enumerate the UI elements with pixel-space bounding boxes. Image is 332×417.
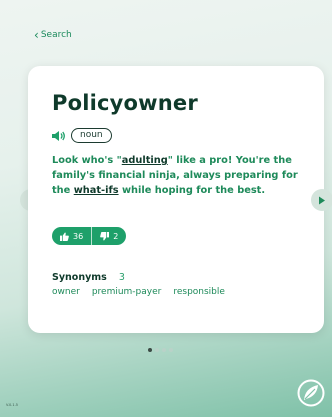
- downvote-count: 2: [113, 231, 119, 241]
- part-of-speech-badge: noun: [71, 128, 112, 143]
- thumbs-up-icon: [60, 231, 69, 241]
- pagination-dot[interactable]: [162, 348, 166, 352]
- back-link-label: Search: [40, 30, 72, 40]
- synonym-item[interactable]: owner: [52, 287, 80, 297]
- definition-text: Look who's "adulting" like a pro! You're…: [52, 153, 298, 199]
- synonym-item[interactable]: responsible: [173, 287, 225, 297]
- downvote-button[interactable]: 2: [92, 227, 126, 245]
- synonyms-label: Synonyms: [52, 272, 107, 283]
- chevron-left-icon: ‹: [34, 27, 39, 42]
- speaker-icon[interactable]: [52, 130, 66, 142]
- synonyms-heading: Synonyms 3: [52, 272, 125, 283]
- pagination-dot[interactable]: [155, 348, 159, 352]
- synonyms-list: owner premium-payer responsible: [52, 287, 225, 297]
- back-to-search-link[interactable]: ‹ Search: [34, 27, 72, 42]
- word-title: Policyowner: [52, 91, 198, 115]
- pagination-dots: [148, 348, 173, 352]
- what-ifs-term-link[interactable]: what-ifs: [74, 185, 119, 196]
- version-label: V.0.1.5: [6, 403, 18, 407]
- pagination-dot[interactable]: [148, 348, 152, 352]
- thumbs-down-icon: [100, 231, 110, 241]
- pronunciation-row: noun: [52, 128, 112, 143]
- synonyms-count: 3: [118, 272, 125, 283]
- next-card-button[interactable]: [311, 189, 332, 211]
- upvote-button[interactable]: 36: [52, 227, 91, 245]
- triangle-right-icon: [319, 196, 325, 204]
- vote-group: 36 2: [52, 227, 127, 245]
- adulting-term-link[interactable]: adulting: [122, 155, 168, 166]
- pagination-dot[interactable]: [169, 348, 173, 352]
- upvote-count: 36: [73, 231, 84, 241]
- definition-fragment: Look who's ": [52, 155, 122, 166]
- leaf-logo-icon: [297, 379, 325, 407]
- synonym-item[interactable]: premium-payer: [92, 287, 162, 297]
- definition-fragment: while hoping for the best.: [118, 185, 266, 197]
- word-card: Policyowner noun Look who's "adulting" l…: [28, 66, 324, 333]
